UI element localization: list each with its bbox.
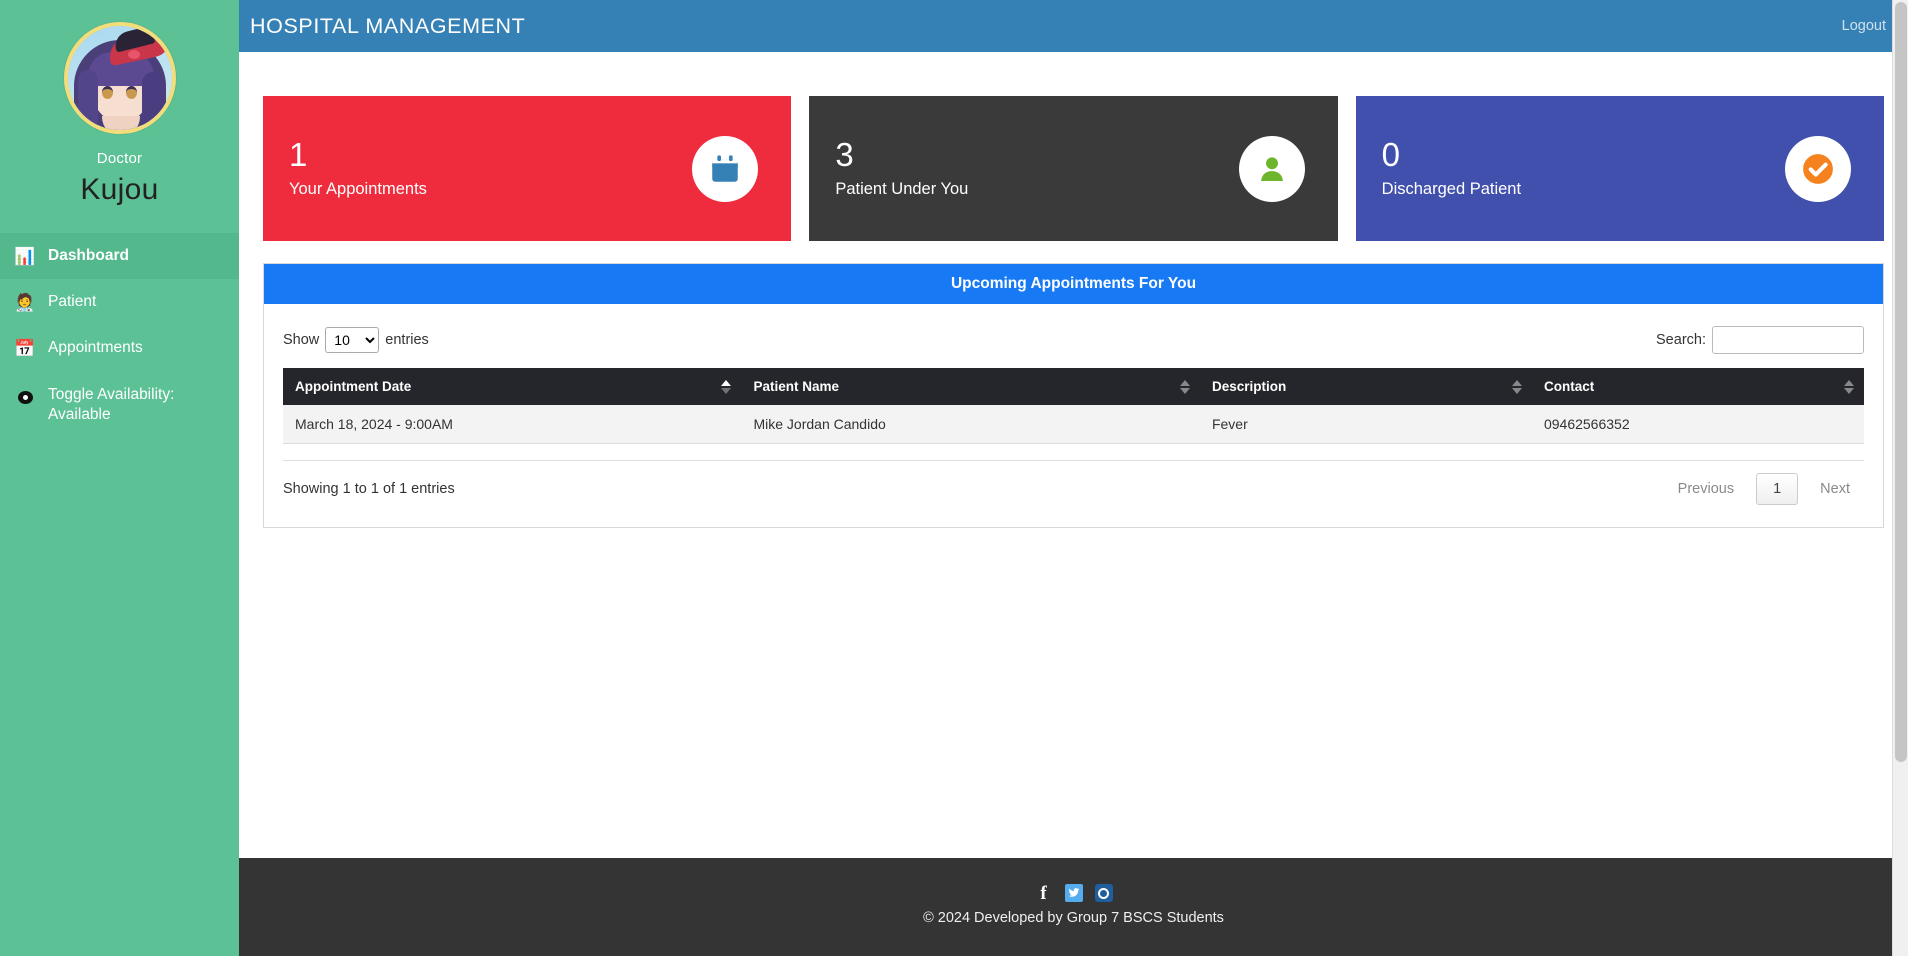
stat-cards: 1 Your Appointments 3 Patient Under You … <box>263 96 1884 241</box>
sort-icon-patient-name <box>1179 379 1190 394</box>
page-scrollbar[interactable] <box>1892 0 1908 956</box>
sidebar-item-label-appointments: Appointments <box>48 338 143 356</box>
search-control: Search: <box>1656 326 1864 354</box>
page-title: HOSPITAL MANAGEMENT <box>250 13 526 38</box>
avatar <box>63 22 176 134</box>
sidebar-item-label-toggle-availability: Toggle Availability: Available <box>48 386 175 424</box>
cell-description: Fever <box>1199 405 1532 444</box>
appointments-panel: Upcoming Appointments For You Show 10 25… <box>263 263 1884 528</box>
sidebar-item-appointments[interactable]: 📅 Appointments <box>0 325 239 371</box>
check-circle-icon <box>1784 135 1851 202</box>
sidebar-item-dashboard[interactable]: 📊 Dashboard <box>0 233 239 279</box>
sidebar-item-label-dashboard: Dashboard <box>48 246 129 264</box>
profile-role: Doctor <box>96 150 143 167</box>
app-root: Doctor Kujou 📊 Dashboard 🧑‍⚕️ Patient 📅 … <box>0 0 1908 956</box>
sidebar-profile: Doctor Kujou <box>0 0 239 233</box>
sort-ascending-icon <box>721 379 732 394</box>
page-length-select[interactable]: 10 25 50 100 <box>325 327 380 353</box>
pagination-page-1[interactable]: 1 <box>1756 473 1799 505</box>
stat-label-discharged-patient: Discharged Patient <box>1381 179 1522 198</box>
sort-icon-description <box>1511 379 1522 394</box>
column-label-appointment-date: Appointment Date <box>295 379 412 394</box>
main-area: HOSPITAL MANAGEMENT Logout 1 Your Appoin… <box>239 0 1908 956</box>
twitter-icon[interactable] <box>1064 884 1083 902</box>
panel-title: Upcoming Appointments For You <box>264 264 1883 304</box>
stat-card-your-appointments[interactable]: 1 Your Appointments <box>263 96 792 241</box>
instagram-icon[interactable] <box>1094 884 1113 902</box>
column-header-patient-name[interactable]: Patient Name <box>741 368 1200 405</box>
stat-card-discharged-patient[interactable]: 0 Discharged Patient <box>1355 96 1884 241</box>
panel-body: Show 10 25 50 100 entries Search: <box>264 304 1883 527</box>
availability-toggle-icon <box>14 386 36 408</box>
sort-icon-contact <box>1844 379 1854 394</box>
copyright-text: © 2024 Developed by Group 7 BSCS Student… <box>923 910 1224 926</box>
facebook-icon[interactable]: f <box>1035 884 1053 903</box>
search-input[interactable] <box>1712 326 1864 354</box>
datatable-footer: Showing 1 to 1 of 1 entries Previous 1 N… <box>283 460 1864 505</box>
show-label: Show <box>283 332 320 348</box>
scrollbar-thumb[interactable] <box>1895 2 1907 762</box>
column-label-patient-name: Patient Name <box>753 379 840 394</box>
column-label-description: Description <box>1211 379 1287 394</box>
content-area: 1 Your Appointments 3 Patient Under You … <box>239 52 1908 858</box>
column-label-contact: Contact <box>1543 379 1595 394</box>
calendar-icon <box>692 135 759 202</box>
stat-card-patient-under-you[interactable]: 3 Patient Under You <box>809 96 1338 241</box>
column-header-appointment-date[interactable]: Appointment Date <box>283 368 742 405</box>
pagination-next[interactable]: Next <box>1806 474 1864 504</box>
sidebar-item-label-patient: Patient <box>48 292 97 310</box>
entries-label: entries <box>385 332 429 348</box>
stat-label-patient-under-you: Patient Under You <box>835 179 969 198</box>
social-links: f <box>239 884 1908 903</box>
table-header: Appointment Date Patient Name Descriptio… <box>283 368 1864 405</box>
user-icon <box>1238 135 1305 202</box>
sidebar-item-patient[interactable]: 🧑‍⚕️ Patient <box>0 279 239 325</box>
datatable-controls: Show 10 25 50 100 entries Search: <box>283 322 1864 368</box>
cell-appointment-date: March 18, 2024 - 9:00AM <box>283 405 742 444</box>
pagination-previous[interactable]: Previous <box>1664 474 1748 504</box>
column-header-description[interactable]: Description <box>1199 368 1532 405</box>
table-row[interactable]: March 18, 2024 - 9:00AM Mike Jordan Cand… <box>283 405 1864 444</box>
sidebar-item-toggle-availability[interactable]: Toggle Availability: Available <box>0 371 239 438</box>
page-length-control: Show 10 25 50 100 entries <box>283 327 429 353</box>
sidebar-nav: 📊 Dashboard 🧑‍⚕️ Patient 📅 Appointments … <box>0 233 239 438</box>
logout-button[interactable]: Logout <box>1842 18 1886 34</box>
topbar: HOSPITAL MANAGEMENT Logout <box>239 0 1908 52</box>
pagination: Previous 1 Next <box>1664 473 1864 505</box>
table-body: March 18, 2024 - 9:00AM Mike Jordan Cand… <box>283 405 1864 444</box>
appointments-table: Appointment Date Patient Name Descriptio… <box>283 368 1864 444</box>
stat-label-your-appointments: Your Appointments <box>289 179 427 198</box>
calendar-icon: 📅 <box>14 338 36 358</box>
column-header-contact[interactable]: Contact <box>1531 368 1864 405</box>
entries-info: Showing 1 to 1 of 1 entries <box>283 481 455 497</box>
footer: f © 2024 Developed by Group 7 BSCS Stude… <box>239 858 1908 956</box>
avatar-image <box>67 26 172 130</box>
cell-patient-name: Mike Jordan Candido <box>741 405 1200 444</box>
search-label: Search: <box>1656 332 1706 348</box>
sidebar: Doctor Kujou 📊 Dashboard 🧑‍⚕️ Patient 📅 … <box>0 0 239 956</box>
profile-name: Kujou <box>80 173 159 206</box>
table-header-row: Appointment Date Patient Name Descriptio… <box>283 368 1864 405</box>
dashboard-icon: 📊 <box>14 246 36 266</box>
cell-contact: 09462566352 <box>1531 405 1864 444</box>
patient-icon: 🧑‍⚕️ <box>14 292 36 312</box>
